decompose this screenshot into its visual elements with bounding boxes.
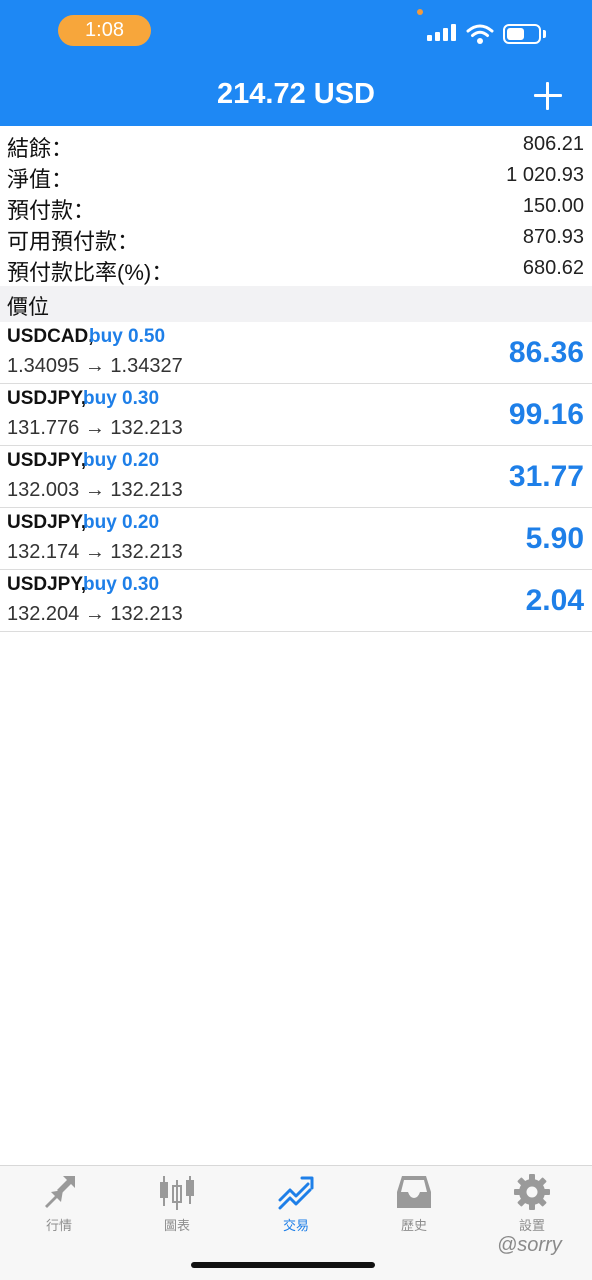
position-row[interactable]: USDJPY, buy 0.20 132.174 → 132.213 5.90 — [0, 508, 592, 570]
summary-label: 可用預付款： — [7, 229, 140, 254]
position-prices: 132.204 → 132.213 — [7, 603, 183, 625]
battery-tip — [543, 30, 546, 38]
candlestick-chart-icon — [160, 1176, 194, 1210]
summary-row-equity: 淨值： 1 020.93 — [0, 162, 592, 193]
position-profit: 2.04 — [525, 584, 584, 617]
tab-quotes[interactable]: 行情 — [0, 1174, 118, 1238]
summary-value: 150.00 — [522, 195, 584, 217]
trade-trend-icon — [278, 1176, 314, 1210]
cellular-signal-icon — [427, 24, 457, 41]
position-direction: buy 0.50 — [89, 326, 166, 347]
wifi-icon — [466, 24, 494, 44]
position-profit: 86.36 — [508, 336, 584, 369]
position-prices: 1.34095 → 1.34327 — [7, 355, 183, 377]
tab-chart[interactable]: 圖表 — [118, 1174, 236, 1238]
position-row[interactable]: USDJPY, buy 0.30 131.776 → 132.213 99.16 — [0, 384, 592, 446]
position-profit: 99.16 — [508, 398, 584, 431]
summary-row-margin: 預付款： 150.00 — [0, 193, 592, 224]
position-row[interactable]: USDCAD, buy 0.50 1.34095 → 1.34327 86.36 — [0, 322, 592, 384]
app-header: 1:08 214.72 USD — [0, 0, 592, 126]
new-order-plus-icon[interactable] — [534, 82, 562, 110]
tab-label: 設置 — [518, 1218, 545, 1233]
summary-row-margin-level: 預付款比率(%)： 680.62 — [0, 255, 592, 286]
summary-label: 預付款比率(%)： — [7, 260, 174, 285]
position-symbol: USDJPY, — [7, 388, 87, 409]
battery-icon — [503, 24, 541, 44]
tab-history[interactable]: 歷史 — [355, 1174, 473, 1238]
position-prices: 132.003 → 132.213 — [7, 479, 183, 501]
tab-label: 圖表 — [163, 1218, 190, 1233]
summary-row-free-margin: 可用預付款： 870.93 — [0, 224, 592, 255]
position-direction: buy 0.30 — [83, 574, 160, 595]
section-title: 價位 — [7, 296, 49, 319]
summary-value: 806.21 — [522, 133, 584, 155]
position-direction: buy 0.30 — [83, 388, 160, 409]
position-prices: 131.776 → 132.213 — [7, 417, 183, 439]
position-direction: buy 0.20 — [83, 512, 160, 533]
summary-label: 結餘： — [7, 136, 74, 161]
position-row[interactable]: USDJPY, buy 0.20 132.003 → 132.213 31.77 — [0, 446, 592, 508]
position-symbol: USDJPY, — [7, 512, 87, 533]
position-symbol: USDJPY, — [7, 574, 87, 595]
position-prices: 132.174 → 132.213 — [7, 541, 183, 563]
summary-value: 1 020.93 — [506, 164, 584, 186]
tab-label: 行情 — [45, 1218, 72, 1233]
summary-value: 870.93 — [522, 226, 584, 248]
position-symbol: USDJPY, — [7, 450, 87, 471]
home-indicator[interactable] — [191, 1262, 375, 1268]
account-profit-title: 214.72 USD — [217, 78, 375, 110]
watermark-text: @sorry — [497, 1234, 562, 1256]
position-profit: 31.77 — [508, 460, 584, 493]
summary-value: 680.62 — [522, 257, 584, 279]
tab-label: 歷史 — [400, 1218, 427, 1233]
position-profit: 5.90 — [525, 522, 584, 555]
summary-row-balance: 結餘： 806.21 — [0, 131, 592, 162]
privacy-indicator-dot — [417, 9, 423, 15]
status-time: 1:08 — [58, 15, 151, 46]
position-row[interactable]: USDJPY, buy 0.30 132.204 → 132.213 2.04 — [0, 570, 592, 632]
tab-trade[interactable]: 交易 — [237, 1174, 355, 1238]
positions-section-header: 價位 — [0, 286, 592, 322]
settings-gear-icon — [514, 1174, 550, 1210]
position-direction: buy 0.20 — [83, 450, 160, 471]
tab-settings[interactable]: 設置 — [473, 1174, 591, 1238]
tab-label: 交易 — [282, 1218, 309, 1233]
position-symbol: USDCAD, — [7, 326, 94, 347]
summary-label: 預付款： — [7, 198, 96, 223]
history-inbox-icon — [397, 1176, 431, 1208]
summary-label: 淨值： — [7, 167, 74, 192]
quotes-arrows-icon — [45, 1176, 75, 1208]
